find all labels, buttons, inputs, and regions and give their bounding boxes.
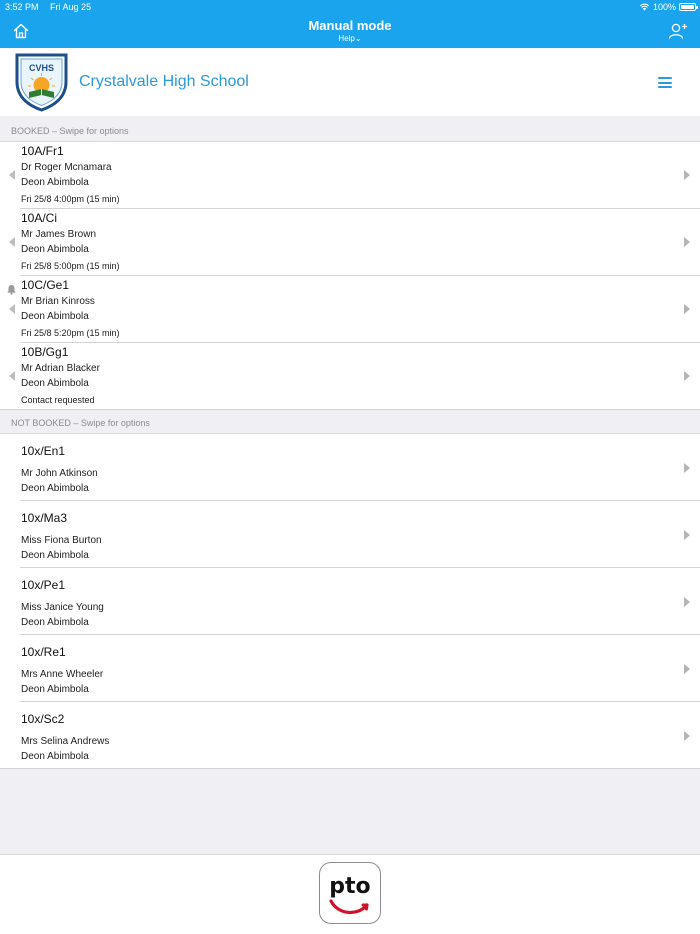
student-name: Deon Abimbola xyxy=(21,311,89,322)
student-name: Deon Abimbola xyxy=(21,244,89,255)
class-code: 10x/Ma3 xyxy=(21,511,68,525)
pto-logo-text: pto xyxy=(329,874,370,899)
help-dropdown[interactable]: Help⌄ xyxy=(0,34,700,43)
class-code: 10x/Sc2 xyxy=(21,712,65,726)
status-time: 3:52 PM xyxy=(5,2,39,12)
chevron-right-icon xyxy=(684,170,690,180)
pto-logo[interactable]: pto xyxy=(319,862,381,924)
chevron-right-icon xyxy=(684,463,690,473)
chevron-right-icon xyxy=(684,304,690,314)
student-name: Deon Abimbola xyxy=(21,550,89,561)
list-item[interactable]: 10x/Re1 Mrs Anne Wheeler Deon Abimbola xyxy=(0,635,700,702)
pto-logo-graphic: pto xyxy=(329,874,371,914)
swipe-left-indicator-icon xyxy=(9,170,15,180)
student-name: Deon Abimbola xyxy=(21,483,89,494)
teacher-name: Miss Fiona Burton xyxy=(21,535,102,546)
swipe-left-indicator-icon xyxy=(9,371,15,381)
battery-percent: 100% xyxy=(652,2,676,12)
booked-section-header: BOOKED – Swipe for options xyxy=(11,126,129,136)
chevron-right-icon xyxy=(684,237,690,247)
list-item[interactable]: 10A/Ci Mr James Brown Deon Abimbola Fri … xyxy=(0,209,700,276)
class-code: 10x/Pe1 xyxy=(21,578,66,592)
booked-list: 10A/Fr1 Dr Roger Mcnamara Deon Abimbola … xyxy=(0,141,700,410)
bell-icon xyxy=(7,285,16,295)
swipe-left-indicator-icon xyxy=(9,237,15,247)
wifi-icon xyxy=(639,3,650,11)
appointment-time: Fri 25/8 4:00pm (15 min) xyxy=(21,194,120,204)
list-item[interactable]: 10x/Sc2 Mrs Selina Andrews Deon Abimbola xyxy=(0,702,700,769)
teacher-name: Mrs Anne Wheeler xyxy=(21,669,104,680)
appointment-time: Fri 25/8 5:20pm (15 min) xyxy=(21,328,120,338)
chevron-right-icon xyxy=(684,731,690,741)
list-item[interactable]: 10C/Ge1 Mr Brian Kinross Deon Abimbola F… xyxy=(0,276,700,343)
list-item[interactable]: 10A/Fr1 Dr Roger Mcnamara Deon Abimbola … xyxy=(0,142,700,209)
appointment-time: Fri 25/8 5:00pm (15 min) xyxy=(21,261,120,271)
status-bar: 3:52 PM Fri Aug 25 100% xyxy=(0,0,700,14)
class-code: 10x/Re1 xyxy=(21,645,66,659)
page-title: Manual mode xyxy=(308,18,392,33)
crest-text: CVHS xyxy=(29,63,54,73)
nav-bar: Manual mode Help⌄ xyxy=(0,14,700,48)
appointment-status: Contact requested xyxy=(21,395,95,405)
school-name: Crystalvale High School xyxy=(79,73,249,90)
teacher-name: Mr John Atkinson xyxy=(21,468,98,479)
student-name: Deon Abimbola xyxy=(21,617,89,628)
student-name: Deon Abimbola xyxy=(21,751,89,762)
school-header: CVHS Crystalvale High School xyxy=(0,48,700,116)
list-item[interactable]: 10B/Gg1 Mr Adrian Blacker Deon Abimbola … xyxy=(0,343,700,410)
add-user-icon[interactable] xyxy=(668,22,688,40)
school-crest-logo: CVHS xyxy=(15,53,68,112)
status-date: Fri Aug 25 xyxy=(50,2,92,12)
chevron-right-icon xyxy=(684,597,690,607)
list-item[interactable]: 10x/Pe1 Miss Janice Young Deon Abimbola xyxy=(0,568,700,635)
class-code: 10B/Gg1 xyxy=(21,345,69,359)
chevron-right-icon xyxy=(684,530,690,540)
class-code: 10A/Fr1 xyxy=(21,144,64,158)
footer: pto xyxy=(0,854,700,934)
chevron-right-icon xyxy=(684,664,690,674)
class-code: 10C/Ge1 xyxy=(21,278,70,292)
teacher-name: Mr James Brown xyxy=(21,229,97,240)
student-name: Deon Abimbola xyxy=(21,378,89,389)
battery-icon xyxy=(679,3,698,11)
chevron-right-icon xyxy=(684,371,690,381)
teacher-name: Miss Janice Young xyxy=(21,602,104,613)
list-item[interactable]: 10x/En1 Mr John Atkinson Deon Abimbola xyxy=(0,434,700,501)
list-item[interactable]: 10x/Ma3 Miss Fiona Burton Deon Abimbola xyxy=(0,501,700,568)
teacher-name: Mr Brian Kinross xyxy=(21,296,95,307)
class-code: 10A/Ci xyxy=(21,211,58,225)
student-name: Deon Abimbola xyxy=(21,177,89,188)
swipe-left-indicator-icon xyxy=(9,304,15,314)
not-booked-section-header: NOT BOOKED – Swipe for options xyxy=(11,418,150,428)
student-name: Deon Abimbola xyxy=(21,684,89,695)
teacher-name: Mr Adrian Blacker xyxy=(21,363,100,374)
hamburger-menu-icon[interactable] xyxy=(658,77,672,88)
class-code: 10x/En1 xyxy=(21,444,66,458)
not-booked-list: 10x/En1 Mr John Atkinson Deon Abimbola 1… xyxy=(0,433,700,769)
teacher-name: Dr Roger Mcnamara xyxy=(21,162,112,173)
teacher-name: Mrs Selina Andrews xyxy=(21,736,110,747)
